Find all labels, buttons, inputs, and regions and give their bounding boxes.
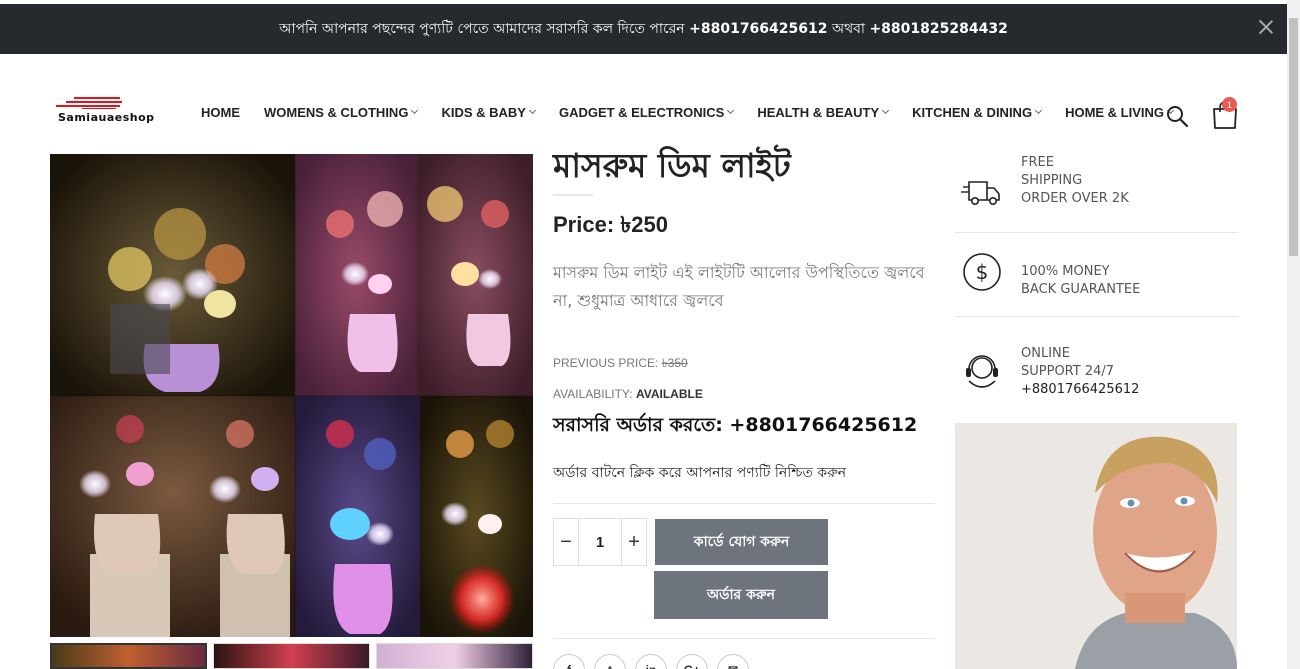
nav-health-beauty[interactable]: HEALTH & BEAUTY [757,105,890,120]
svg-text:$: $ [976,260,989,284]
direct-order-phone: সরাসরি অর্ডার করতে: +8801766425612 [553,414,918,436]
title-divider [553,194,593,196]
feature-text: FREE SHIPPING ORDER OVER 2K [1021,155,1129,206]
features-sidebar: FREE SHIPPING ORDER OVER 2K $ 100% MONEY BA… [955,154,1238,417]
availability: AVAILABILITY: AVAILABLE [553,387,703,401]
nav-gadget-electronics[interactable]: GADGET & ELECTRONICS [559,105,735,120]
email-icon[interactable]: ✉ [717,654,749,669]
nav-womens-clothing[interactable]: WOMENS & CLOTHING [264,105,419,120]
chevron-down-icon [1035,106,1043,115]
quantity-stepper: − 1 + [553,518,647,566]
quantity-input[interactable]: 1 [578,519,622,565]
divider [553,638,935,639]
quantity-increase-button[interactable]: + [622,519,646,565]
search-icon[interactable] [1165,104,1189,128]
previous-price: PREVIOUS PRICE: ৳350 [553,356,688,370]
nav-home-living[interactable]: HOME & LIVING [1065,105,1175,120]
nav-kids-baby[interactable]: KIDS & BABY [441,105,536,120]
nav-kitchen-dining[interactable]: KITCHEN & DINING [912,105,1043,120]
feature-free-shipping: FREE SHIPPING ORDER OVER 2K [955,154,1238,233]
nav-home[interactable]: HOME [201,105,240,120]
feature-money-back: $ 100% MONEY BACK GUARANTEE [955,233,1238,317]
truck-icon [961,181,1000,205]
site-header: Samiauaeshop HOME WOMENS & CLOTHING KIDS… [0,54,1287,154]
order-now-button[interactable]: অর্ডার করুন [654,571,828,619]
announcement-bar: আপনি আপনার পছন্দের পুণ্যটি পেতে আমাদের স… [0,4,1287,54]
product-thumbnails [50,643,533,669]
feature-text: ONLINE SUPPORT 24/7 +8801766425612 [1021,346,1140,397]
logo-mark [52,96,122,110]
quantity-decrease-button[interactable]: − [554,519,578,565]
promo-banner-image[interactable] [955,423,1237,669]
chevron-down-icon [411,106,419,115]
share-links: f t in G+ ✉ [553,654,749,669]
order-note: অর্ডার বাটনে ক্লিক করে আপনার পণ্যটি নিশ্… [553,465,847,481]
page-scrollbar[interactable] [1287,0,1300,669]
thumbnail-1[interactable] [50,643,207,669]
google-plus-icon[interactable]: G+ [676,654,708,669]
cart-count-badge: 1 [1222,97,1237,112]
main-nav: HOME WOMENS & CLOTHING KIDS & BABY GADGE… [201,105,1175,120]
feature-online-support: ONLINE SUPPORT 24/7 +8801766425612 [955,317,1238,417]
smiling-man-photo [955,423,1237,669]
chevron-down-icon [882,106,890,115]
facebook-icon[interactable]: f [553,654,585,669]
dollar-coin-icon: $ [963,253,1001,291]
twitter-icon[interactable]: t [594,654,626,669]
chevron-down-icon [528,106,536,115]
linkedin-icon[interactable]: in [635,654,667,669]
product-price: Price: ৳250 [553,212,668,237]
close-icon[interactable] [1257,18,1275,36]
logo-text: Samiauaeshop [58,111,155,124]
product-description: মাসরুম ডিম লাইট এই লাইটটি আলোর উপস্থিতিত… [553,263,925,310]
headset-support-icon [966,355,998,388]
thumbnail-2[interactable] [213,643,370,669]
add-to-cart-button[interactable]: কার্ডে যোগ করুন [655,519,828,565]
announcement-text: আপনি আপনার পছন্দের পুণ্যটি পেতে আমাদের স… [279,21,1008,37]
product-main-image[interactable] [50,154,533,637]
thumbnail-3[interactable] [376,643,533,669]
feature-text: 100% MONEY BACK GUARANTEE [1021,264,1141,297]
product-photo-collage [50,154,533,637]
divider [553,503,935,504]
scrollbar-thumb[interactable] [1289,18,1298,256]
site-logo[interactable]: Samiauaeshop [52,96,162,128]
product-title: মাসরুম ডিম লাইট [553,146,791,185]
chevron-down-icon [727,106,735,115]
product-summary: মাসরুম ডিম লাইট Price: ৳250 মাসরুম ডিম ল… [553,146,935,504]
